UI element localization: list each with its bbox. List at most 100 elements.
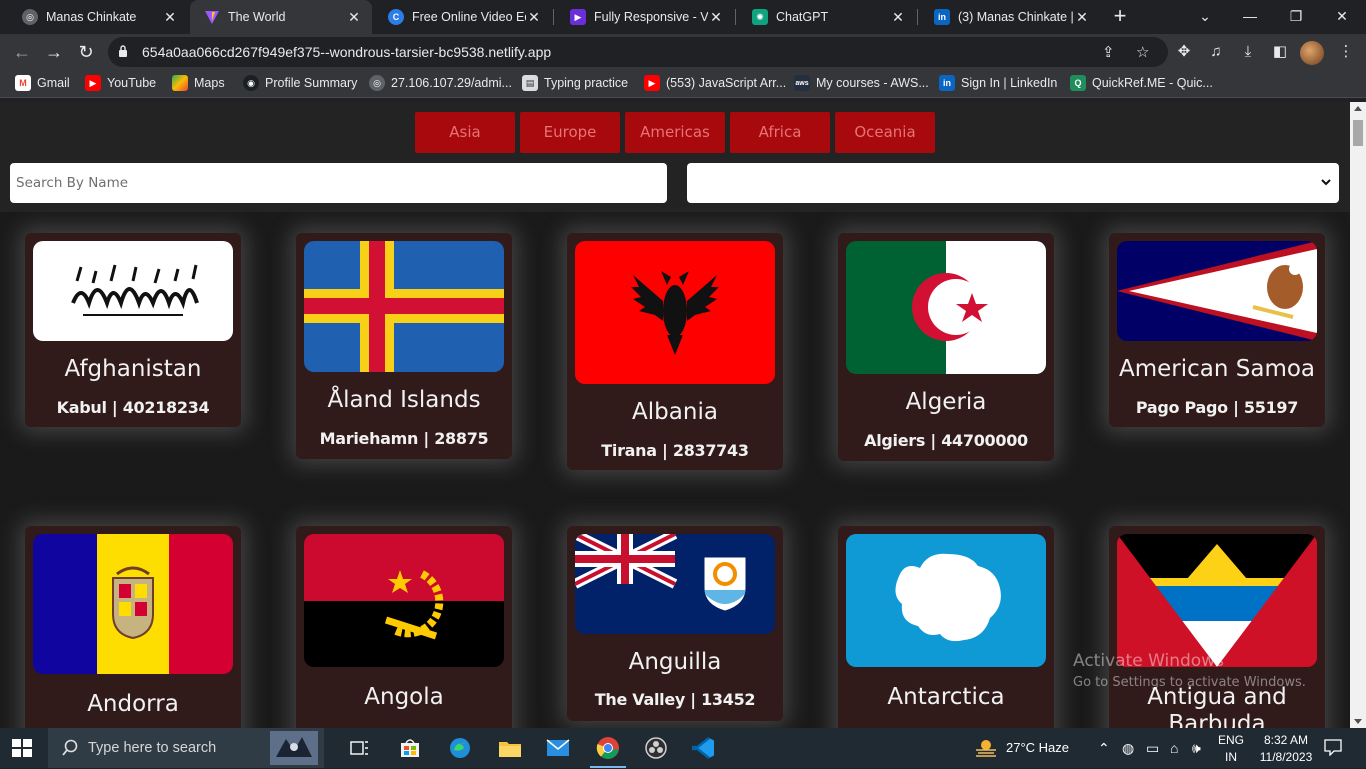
tab-video-editor[interactable]: C Free Online Video Edi ✕ [374,0,552,34]
new-tab-button[interactable]: + [1108,4,1132,28]
country-card-angola[interactable]: Angola [296,526,512,728]
tab-fully-responsive[interactable]: ▶ Fully Responsive - Vid ✕ [556,0,734,34]
vscode-icon[interactable] [680,728,728,768]
bookmarks-bar: M Gmail ▶ YouTube Maps ◉ Profile Summary… [0,70,1366,98]
obs-studio-icon[interactable] [632,728,680,768]
bookmark-label: QuickRef.ME - Quic... [1092,76,1213,90]
bookmark-maps[interactable]: Maps [172,75,225,91]
bookmark-typing-practice[interactable]: ▤ Typing practice [522,75,628,91]
linkedin-icon: in [939,75,955,91]
volume-icon[interactable]: 🕪 [1192,740,1201,757]
taskbar-search-box[interactable]: Type here to search [48,728,324,768]
url-text: 654a0aa066cd267f949ef375--wondrous-tarsi… [142,44,552,60]
search-input[interactable] [10,163,667,203]
edge-browser-icon[interactable] [436,728,484,768]
side-panel-icon[interactable]: ◧ [1270,42,1290,62]
media-control-icon[interactable]: ♫ [1206,42,1226,62]
tab-chatgpt[interactable]: ✺ ChatGPT ✕ [738,0,916,34]
chevron-up-icon[interactable]: ⌃ [1098,740,1110,757]
country-card-andorra[interactable]: Andorra [25,526,241,728]
tab-title: (3) Manas Chinkate | [958,10,1074,24]
browser-toolbar: ← → ↻ 654a0aa066cd267f949ef375--wondrous… [0,34,1366,70]
address-bar[interactable]: 654a0aa066cd267f949ef375--wondrous-tarsi… [108,37,1168,67]
canva-icon: C [388,9,404,25]
region-button-oceania[interactable]: Oceania [835,112,935,153]
download-icon[interactable]: ⤓ [1238,42,1258,62]
region-button-americas[interactable]: Americas [625,112,725,153]
bookmark-profile-summary[interactable]: ◉ Profile Summary [243,75,357,91]
bookmark-javascript-arr[interactable]: ▶ (553) JavaScript Arr... [644,75,786,91]
forward-arrow-icon[interactable]: → [42,40,66,64]
country-name: American Samoa [1118,356,1316,382]
country-card-antigua-and-barbuda[interactable]: Antigua and Barbuda [1109,526,1325,728]
extensions-icon[interactable]: ✥ [1174,42,1194,62]
gmail-icon: M [15,75,31,91]
bookmark-youtube[interactable]: ▶ YouTube [85,75,156,91]
minimize-button[interactable]: — [1230,0,1270,34]
network-icon[interactable]: ⌂ [1170,740,1178,756]
scroll-up-arrow-icon[interactable] [1354,106,1362,111]
task-view-icon[interactable] [336,728,384,768]
windows-start-icon[interactable] [12,739,32,757]
bookmark-admin[interactable]: ◎ 27.106.107.29/admi... [369,75,512,91]
flag-afghanistan [33,241,233,341]
profile-avatar[interactable] [1300,41,1324,65]
bookmark-linkedin[interactable]: in Sign In | LinkedIn [939,75,1057,91]
country-name: Albania [632,399,718,425]
file-explorer-icon[interactable] [486,728,534,768]
reload-icon[interactable]: ↻ [74,40,98,64]
notifications-icon[interactable] [1324,738,1342,759]
tab-title: Free Online Video Edi [412,10,526,24]
country-card-afghanistan[interactable]: Afghanistan Kabul | 40218234 [25,233,241,427]
country-card-algeria[interactable]: Algeria Algiers | 44700000 [838,233,1054,461]
scroll-down-arrow-icon[interactable] [1354,719,1362,724]
share-icon[interactable]: ⇪ [1102,43,1115,61]
star-icon[interactable]: ☆ [1136,43,1149,61]
country-card-albania[interactable]: Albania Tirana | 2837743 [567,233,783,470]
close-window-button[interactable]: ✕ [1322,0,1362,34]
weather-haze-icon[interactable] [974,738,998,761]
back-arrow-icon[interactable]: ← [10,40,34,64]
tab-search-chevron-icon[interactable]: ⌄ [1185,0,1225,34]
close-icon[interactable]: ✕ [708,9,724,26]
scrollbar-thumb[interactable] [1353,120,1363,146]
aws-icon: aws [794,75,810,91]
page-scrollbar[interactable] [1350,102,1366,728]
bookmark-gmail[interactable]: M Gmail [15,75,70,91]
bookmark-label: Typing practice [544,76,629,90]
close-icon[interactable]: ✕ [346,9,362,26]
battery-icon[interactable]: ▭ [1146,740,1159,757]
weather-text[interactable]: 27°C Haze [1006,740,1069,755]
region-select[interactable] [687,163,1339,203]
mail-icon[interactable] [534,728,582,768]
region-button-asia[interactable]: Asia [415,112,515,153]
youtube-icon: ▶ [85,75,101,91]
clock-time: 8:32 AM [1263,733,1309,747]
country-card-anguilla[interactable]: Anguilla The Valley | 13452 [567,526,783,721]
clock[interactable]: 8:32 AM 11/8/2023 [1252,733,1320,764]
language-indicator[interactable]: ENG IN [1214,733,1248,764]
restore-button[interactable]: ❐ [1276,0,1316,34]
region-button-africa[interactable]: Africa [730,112,830,153]
close-icon[interactable]: ✕ [1074,9,1090,26]
close-icon[interactable]: ✕ [526,9,542,26]
chrome-icon[interactable] [584,728,632,768]
tab-linkedin[interactable]: in (3) Manas Chinkate | ✕ [920,0,1100,34]
country-card-aland-islands[interactable]: Åland Islands Mariehamn | 28875 [296,233,512,459]
country-card-antarctica[interactable]: Antarctica [838,526,1054,728]
tab-title: Manas Chinkate [46,10,137,24]
page-viewport: Asia Europe Americas Africa Oceania Afgh… [0,102,1350,728]
bookmark-aws-courses[interactable]: aws My courses - AWS... [794,75,929,91]
region-button-europe[interactable]: Europe [520,112,620,153]
flag-andorra [33,534,233,674]
close-icon[interactable]: ✕ [890,9,906,26]
close-icon[interactable]: ✕ [162,9,178,26]
bookmark-quickref[interactable]: Q QuickRef.ME - Quic... [1070,75,1213,91]
microsoft-store-icon[interactable] [386,728,434,768]
menu-icon[interactable]: ⋮ [1336,42,1356,62]
tab-the-world[interactable]: The World ✕ [190,0,372,34]
tab-manas-chinkate[interactable]: ◎ Manas Chinkate ✕ [8,0,188,34]
meet-now-icon[interactable]: ◍ [1122,740,1134,757]
globe-icon: ◎ [369,75,385,91]
country-card-american-samoa[interactable]: American Samoa Pago Pago | 55197 [1109,233,1325,427]
